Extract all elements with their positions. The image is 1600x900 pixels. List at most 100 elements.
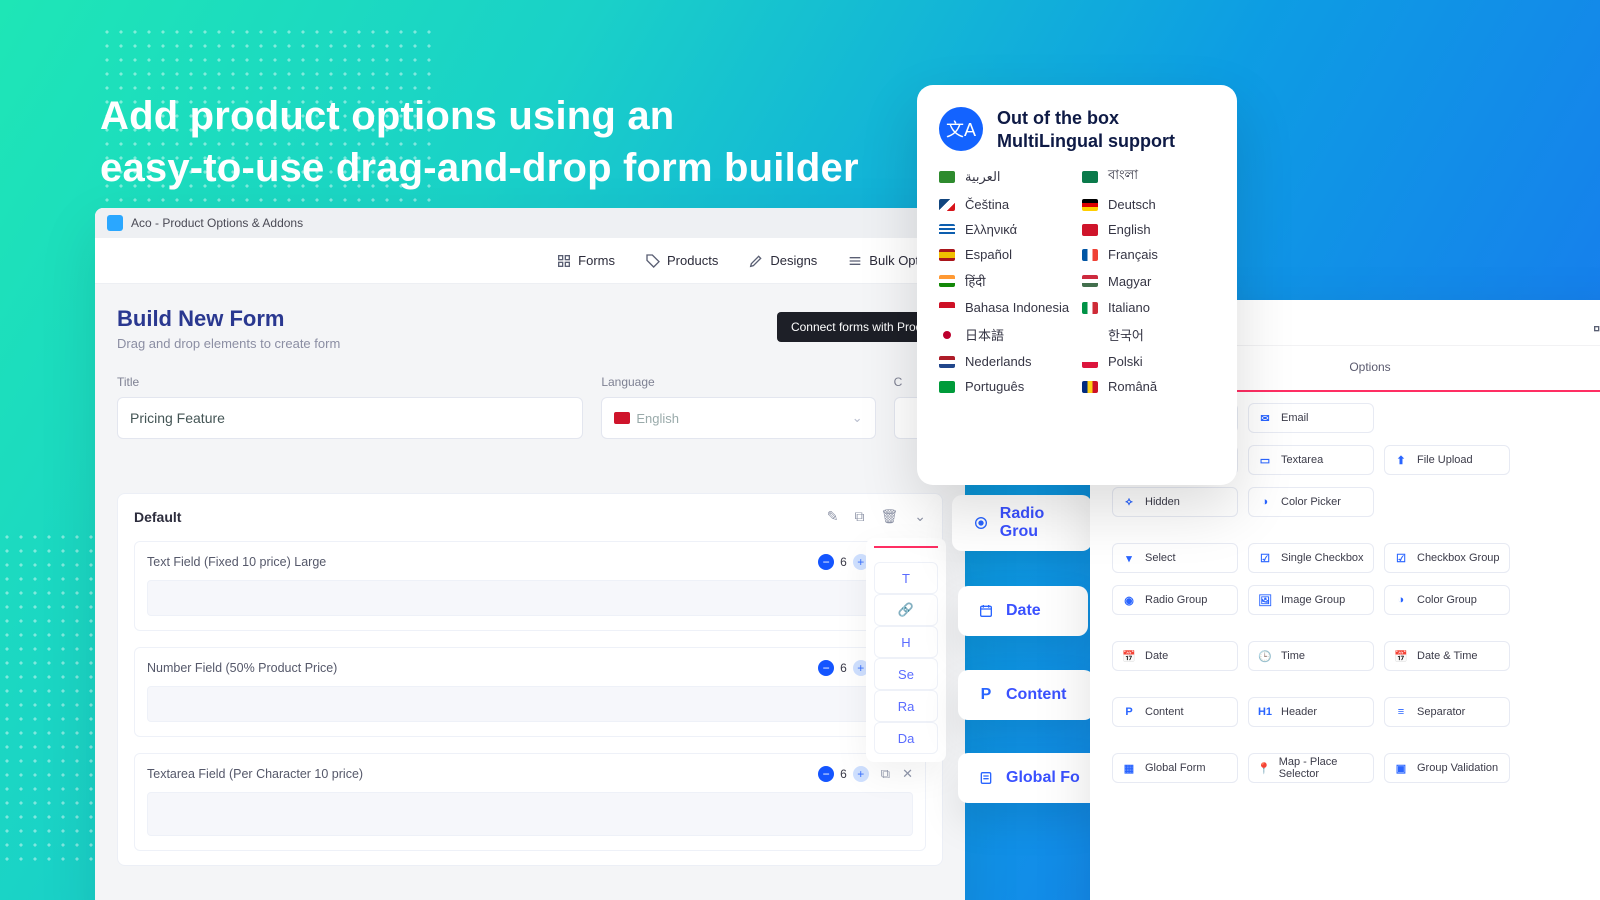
sidebar-stub[interactable]: Se: [874, 658, 938, 690]
lang-title-1: Out of the box: [997, 107, 1175, 130]
language-option[interactable]: Deutsch: [1082, 197, 1215, 212]
language-label: Language: [601, 375, 875, 389]
field-preview-input[interactable]: [147, 792, 913, 836]
color-group-icon: ◑: [1393, 592, 1409, 608]
nav-products[interactable]: Products: [645, 253, 718, 269]
option-email[interactable]: ✉Email: [1248, 403, 1374, 433]
copy-icon[interactable]: ⧉: [881, 766, 890, 782]
sidebar-stub[interactable]: Ra: [874, 690, 938, 722]
flag-icon: [1082, 356, 1098, 368]
separator-icon: ≡: [1393, 704, 1409, 720]
draggable-label: Radio Grou: [1000, 505, 1082, 541]
language-name: Bahasa Indonesia: [965, 300, 1069, 315]
field-preview-input[interactable]: [147, 580, 913, 616]
accent-line: [874, 546, 938, 548]
language-option[interactable]: Nederlands: [939, 354, 1072, 369]
language-option[interactable]: English: [1082, 222, 1215, 237]
email-icon: ✉: [1257, 410, 1273, 426]
multilingual-card: 文A Out of the box MultiLingual support ا…: [917, 85, 1237, 485]
option-color-picker[interactable]: ◑Color Picker: [1248, 487, 1374, 517]
draggable-content[interactable]: P Content: [958, 670, 1094, 720]
flag-icon: [939, 275, 955, 287]
field-preview-input[interactable]: [147, 686, 913, 722]
sidebar-stub[interactable]: T: [874, 562, 938, 594]
option-label: File Upload: [1417, 454, 1473, 466]
language-option[interactable]: Italiano: [1082, 300, 1215, 315]
option-group-validation[interactable]: ▣Group Validation: [1384, 753, 1510, 783]
option-label: Time: [1281, 650, 1305, 662]
language-option[interactable]: العربية: [939, 166, 1072, 187]
form-field[interactable]: Number Field (50% Product Price) − 6 + ⧉…: [134, 647, 926, 737]
option-content[interactable]: PContent: [1112, 697, 1238, 727]
language-option[interactable]: Bahasa Indonesia: [939, 300, 1072, 315]
edit-icon[interactable]: ✎: [827, 508, 839, 525]
close-icon[interactable]: ✕: [902, 766, 913, 782]
language-name: 한국어: [1108, 325, 1144, 344]
language-select[interactable]: English ⌄: [601, 397, 875, 439]
option-separator[interactable]: ≡ Separator: [1384, 697, 1510, 727]
draggable-date[interactable]: Date: [958, 586, 1088, 636]
option-label: Header: [1281, 706, 1317, 718]
form-field[interactable]: Textarea Field (Per Character 10 price) …: [134, 753, 926, 851]
draggable-radio-group[interactable]: Radio Grou: [952, 495, 1092, 551]
language-option[interactable]: हिंदी: [939, 272, 1072, 290]
sidebar-stub[interactable]: H: [874, 626, 938, 658]
bg-sidebar: T🔗HSeRaDa: [866, 538, 946, 762]
form-field[interactable]: Text Field (Fixed 10 price) Large − 6 + …: [134, 541, 926, 631]
flag-icon: [939, 224, 955, 236]
decrement-button[interactable]: −: [818, 554, 834, 570]
option-header[interactable]: H1Header: [1248, 697, 1374, 727]
trash-icon[interactable]: 🗑: [880, 508, 898, 525]
language-option[interactable]: 日本語: [939, 325, 1072, 344]
copy-icon[interactable]: ⧉: [854, 508, 864, 525]
decrement-button[interactable]: −: [818, 766, 834, 782]
language-option[interactable]: Čeština: [939, 197, 1072, 212]
chevron-down-icon[interactable]: ⌄: [914, 508, 926, 525]
flag-icon: [614, 412, 630, 424]
flag-icon: [1082, 275, 1098, 287]
nav-designs[interactable]: Designs: [748, 253, 817, 269]
app-title: Aco - Product Options & Addons: [131, 216, 303, 230]
option-image-group[interactable]: 🖼Image Group: [1248, 585, 1374, 615]
title-input[interactable]: [117, 397, 583, 439]
option-single-checkbox[interactable]: ☑Single Checkbox: [1248, 543, 1374, 573]
sidebar-stub[interactable]: Da: [874, 722, 938, 754]
language-option[interactable]: Magyar: [1082, 272, 1215, 290]
language-option[interactable]: Français: [1082, 247, 1215, 262]
date-time-icon: 📅: [1393, 648, 1409, 664]
draggable-label: Global Fo: [1006, 769, 1080, 787]
sidebar-stub[interactable]: 🔗: [874, 594, 938, 626]
option-textarea[interactable]: ▭Textarea: [1248, 445, 1374, 475]
option-label: Global Form: [1145, 762, 1206, 774]
language-option[interactable]: Polski: [1082, 354, 1215, 369]
option-radio-group[interactable]: ◉Radio Group: [1112, 585, 1238, 615]
tab-fo[interactable]: Fo: [1592, 318, 1600, 345]
option-checkbox-group[interactable]: ☑Checkbox Group: [1384, 543, 1510, 573]
flag-icon: [1082, 302, 1098, 314]
option-date[interactable]: 📅Date: [1112, 641, 1238, 671]
language-option[interactable]: Español: [939, 247, 1072, 262]
option-color-group[interactable]: ◑Color Group: [1384, 585, 1510, 615]
language-option[interactable]: 한국어: [1082, 325, 1215, 344]
option-label: Separator: [1417, 706, 1465, 718]
option-global-form[interactable]: ▦Global Form: [1112, 753, 1238, 783]
language-option[interactable]: Português: [939, 379, 1072, 394]
option-date-time[interactable]: 📅Date & Time: [1384, 641, 1510, 671]
decrement-button[interactable]: −: [818, 660, 834, 676]
increment-button[interactable]: +: [853, 766, 869, 782]
option-select[interactable]: ▾Select: [1112, 543, 1238, 573]
draggable-global-form[interactable]: Global Fo: [958, 753, 1102, 803]
image-group-icon: 🖼: [1257, 592, 1273, 608]
option-hidden[interactable]: ⟡Hidden: [1112, 487, 1238, 517]
option-file-upload[interactable]: ⬆File Upload: [1384, 445, 1510, 475]
language-name: Magyar: [1108, 274, 1151, 289]
flag-icon: [939, 356, 955, 368]
nav-forms[interactable]: Forms: [556, 253, 615, 269]
field-label: Textarea Field (Per Character 10 price): [147, 767, 363, 781]
language-option[interactable]: Ελληνικά: [939, 222, 1072, 237]
option-time[interactable]: 🕒Time: [1248, 641, 1374, 671]
language-option[interactable]: বাংলা: [1082, 166, 1215, 187]
language-option[interactable]: Română: [1082, 379, 1215, 394]
option-map-place-selector[interactable]: 📍Map - Place Selector: [1248, 753, 1374, 783]
decorative-dots-2: [0, 530, 100, 870]
